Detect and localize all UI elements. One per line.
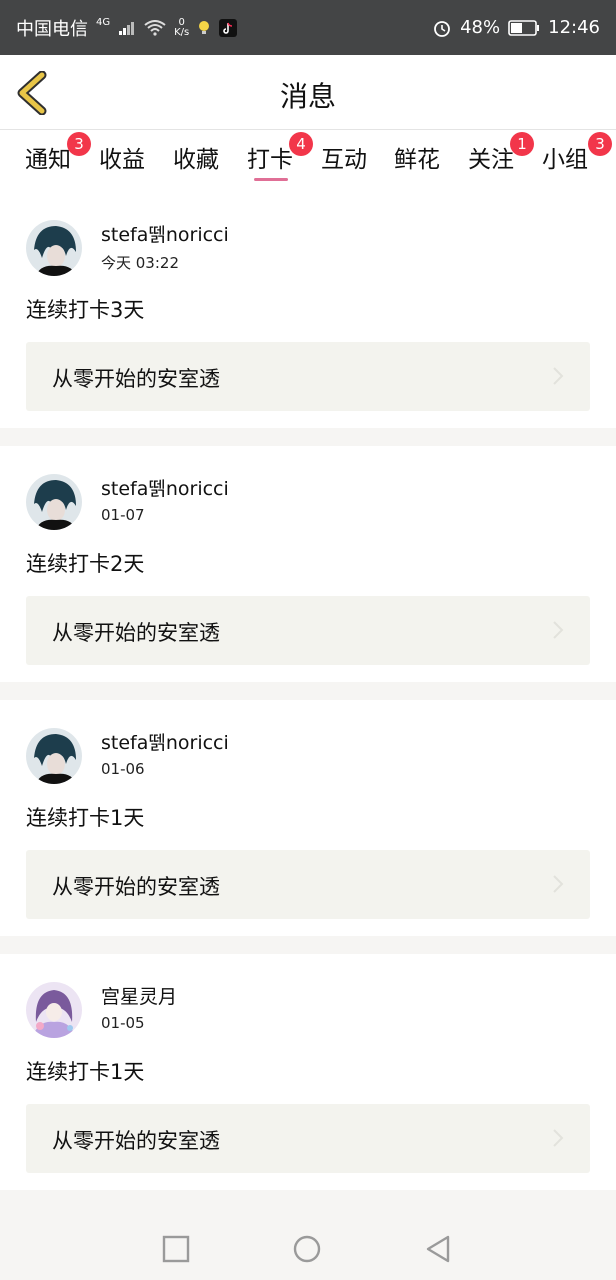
battery-icon bbox=[508, 19, 540, 37]
home-button[interactable] bbox=[292, 1234, 322, 1264]
tab-groups[interactable]: 小组 3 bbox=[542, 132, 612, 174]
tab-bar: 通知 3 收益 收藏 打卡 4 互动 鲜花 关注 1 小组 3 bbox=[0, 130, 616, 192]
avatar-image bbox=[26, 728, 82, 784]
tab-favorites[interactable]: 收藏 bbox=[173, 140, 219, 174]
linked-work[interactable]: 从零开始的安室透 bbox=[26, 1104, 590, 1173]
user-name[interactable]: stefa뗅noricci bbox=[101, 728, 229, 755]
message-card: stefa뗅noricci 01-07 连续打卡2天 从零开始的安室透 bbox=[0, 446, 616, 682]
tab-following[interactable]: 关注 1 bbox=[468, 132, 534, 174]
square-icon bbox=[162, 1235, 190, 1263]
linked-work-title: 从零开始的安室透 bbox=[52, 875, 220, 899]
tab-label: 打卡 bbox=[247, 147, 293, 173]
alarm-icon bbox=[432, 18, 452, 38]
page-title: 消息 bbox=[279, 80, 336, 113]
user-name[interactable]: stefa뗅noricci bbox=[101, 220, 229, 247]
tab-interaction[interactable]: 互动 bbox=[321, 140, 367, 174]
clock-time: 12:46 bbox=[548, 17, 600, 38]
wifi-icon bbox=[144, 19, 166, 36]
recents-button[interactable] bbox=[161, 1234, 191, 1264]
unread-badge: 1 bbox=[510, 132, 534, 156]
user-name[interactable]: 宫星灵月 bbox=[101, 982, 177, 1009]
battery-percent: 48% bbox=[460, 17, 501, 38]
message-time: 01-05 bbox=[101, 1014, 145, 1032]
chevron-right-icon bbox=[553, 1129, 564, 1147]
message-time: 01-06 bbox=[101, 760, 145, 778]
tab-checkin[interactable]: 打卡 4 bbox=[247, 132, 313, 181]
triangle-back-icon bbox=[426, 1235, 450, 1263]
message-text: 连续打卡1天 bbox=[26, 806, 145, 830]
network-speed: 0 K/s bbox=[174, 17, 190, 38]
tab-label: 小组 bbox=[542, 147, 588, 173]
speed-unit: K/s bbox=[174, 26, 190, 38]
message-time: 01-07 bbox=[101, 506, 145, 524]
linked-work[interactable]: 从零开始的安室透 bbox=[26, 850, 590, 919]
message-text: 连续打卡1天 bbox=[26, 1060, 145, 1084]
avatar-image bbox=[26, 474, 82, 530]
tab-notifications[interactable]: 通知 3 bbox=[25, 132, 91, 174]
avatar[interactable] bbox=[26, 728, 82, 784]
tab-flowers[interactable]: 鲜花 bbox=[394, 140, 440, 174]
avatar[interactable] bbox=[26, 220, 82, 276]
linked-work-title: 从零开始的安室透 bbox=[52, 621, 220, 645]
message-time: 今天 03:22 bbox=[101, 254, 179, 272]
message-card: 宫星灵月 01-05 连续打卡1天 从零开始的安室透 bbox=[0, 954, 616, 1190]
unread-badge: 3 bbox=[67, 132, 91, 156]
chevron-right-icon bbox=[553, 621, 564, 639]
message-card: stefa뗅noricci 01-06 连续打卡1天 从零开始的安室透 bbox=[0, 700, 616, 936]
unread-badge: 3 bbox=[588, 132, 612, 156]
bulb-icon bbox=[197, 20, 211, 36]
network-type: 4G bbox=[96, 16, 111, 28]
avatar[interactable] bbox=[26, 474, 82, 530]
system-nav-bar bbox=[0, 1218, 616, 1280]
tab-label: 鲜花 bbox=[394, 147, 440, 173]
signal-icon bbox=[118, 20, 136, 36]
tiktok-icon bbox=[219, 18, 238, 37]
tab-label: 收藏 bbox=[173, 147, 219, 173]
message-card: stefa뗅noricci 今天 03:22 连续打卡3天 从零开始的安室透 bbox=[0, 192, 616, 428]
chevron-right-icon bbox=[553, 875, 564, 893]
back-nav-button[interactable] bbox=[424, 1234, 454, 1264]
linked-work[interactable]: 从零开始的安室透 bbox=[26, 342, 590, 411]
active-tab-indicator bbox=[254, 178, 288, 181]
circle-icon bbox=[293, 1235, 321, 1263]
tab-earnings[interactable]: 收益 bbox=[99, 140, 145, 174]
status-bar: 中国电信 4G 0 K/s 48% 12:46 bbox=[0, 0, 616, 55]
unread-badge: 4 bbox=[289, 132, 313, 156]
carrier-name: 中国电信 bbox=[16, 18, 88, 40]
linked-work-title: 从零开始的安室透 bbox=[52, 367, 220, 391]
tab-label: 互动 bbox=[321, 147, 367, 173]
tab-label: 收益 bbox=[99, 147, 145, 173]
message-text: 连续打卡3天 bbox=[26, 298, 145, 322]
linked-work[interactable]: 从零开始的安室透 bbox=[26, 596, 590, 665]
tab-label: 关注 bbox=[468, 147, 514, 173]
linked-work-title: 从零开始的安室透 bbox=[52, 1129, 220, 1153]
header-bar: 消息 bbox=[0, 55, 616, 130]
avatar[interactable] bbox=[26, 982, 82, 1038]
user-name[interactable]: stefa뗅noricci bbox=[101, 474, 229, 501]
avatar-image bbox=[26, 220, 82, 276]
tab-label: 通知 bbox=[25, 147, 71, 173]
message-text: 连续打卡2天 bbox=[26, 552, 145, 576]
avatar-image bbox=[26, 982, 82, 1038]
chevron-right-icon bbox=[553, 367, 564, 385]
